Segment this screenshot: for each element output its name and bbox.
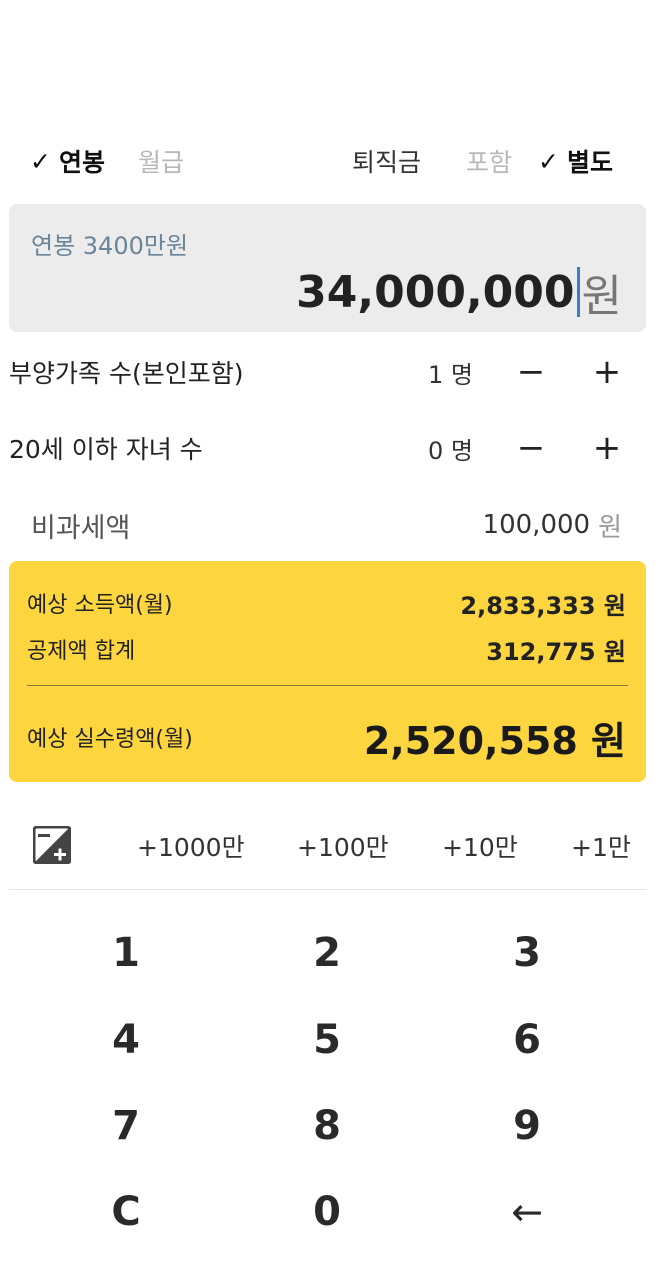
check-icon: ✓ bbox=[30, 146, 51, 176]
dependents-decrement-button[interactable]: − bbox=[506, 347, 556, 397]
children-label: 20세 이하 자녀 수 bbox=[9, 435, 203, 464]
tax-free-value: 100,000 원 bbox=[483, 500, 622, 550]
add-1m-button[interactable]: +100만 bbox=[297, 818, 389, 874]
tax-free-row[interactable]: 비과세액 100,000 원 bbox=[0, 500, 655, 550]
add-100k-button[interactable]: +10만 bbox=[442, 818, 518, 874]
tax-free-unit: 원 bbox=[598, 512, 622, 543]
net-pay-row: 예상 실수령액(월) 2,520,558 원 bbox=[27, 709, 626, 765]
key-0[interactable]: 0 bbox=[267, 1172, 387, 1252]
annual-toggle[interactable]: ✓ 연봉 bbox=[30, 140, 105, 182]
add-10m-button[interactable]: +1000만 bbox=[137, 818, 245, 874]
key-7[interactable]: 7 bbox=[66, 1086, 186, 1166]
calculator-plus-minus-icon[interactable] bbox=[32, 825, 72, 865]
severance-label: 퇴직금 bbox=[352, 148, 422, 177]
net-pay-value: 2,520,558 원 bbox=[363, 718, 626, 763]
key-clear[interactable]: C bbox=[66, 1172, 186, 1252]
key-1[interactable]: 1 bbox=[66, 913, 186, 993]
children-increment-button[interactable]: + bbox=[582, 423, 632, 473]
salary-unit: 원 bbox=[581, 271, 622, 322]
children-decrement-button[interactable]: − bbox=[506, 423, 556, 473]
text-cursor bbox=[576, 267, 580, 317]
dependents-row: 부양가족 수(본인포함) 1 명 − + bbox=[0, 347, 655, 397]
result-divider bbox=[27, 685, 628, 686]
key-6[interactable]: 6 bbox=[467, 1000, 587, 1080]
tax-free-label: 비과세액 bbox=[31, 512, 131, 544]
annual-label: 연봉 bbox=[58, 148, 105, 177]
key-5[interactable]: 5 bbox=[267, 1000, 387, 1080]
children-row: 20세 이하 자녀 수 0 명 − + bbox=[0, 423, 655, 473]
severance-included-toggle[interactable]: 포함 bbox=[466, 140, 512, 182]
separate-label: 별도 bbox=[566, 148, 613, 177]
children-value: 0 명 bbox=[428, 436, 473, 465]
salary-caption: 연봉 3400만원 bbox=[31, 232, 189, 260]
salary-value-display: 34,000,000 원 bbox=[296, 262, 622, 323]
income-row: 예상 소득액(월) 2,833,333 원 bbox=[27, 583, 626, 623]
deduction-value: 312,775 원 bbox=[486, 637, 626, 666]
check-icon: ✓ bbox=[538, 146, 559, 176]
quick-add-row: +1000만 +100만 +10만 +1만 bbox=[0, 818, 655, 874]
salary-number: 34,000,000 bbox=[296, 266, 575, 318]
monthly-toggle[interactable]: 월급 bbox=[138, 140, 184, 182]
key-2[interactable]: 2 bbox=[267, 913, 387, 993]
result-card: 예상 소득액(월) 2,833,333 원 공제액 합계 312,775 원 예… bbox=[9, 561, 646, 782]
keypad-divider bbox=[9, 889, 646, 890]
deduction-label: 공제액 합계 bbox=[27, 639, 136, 664]
included-label: 포함 bbox=[466, 148, 513, 177]
monthly-label: 월급 bbox=[138, 148, 185, 177]
dependents-value: 1 명 bbox=[428, 360, 473, 389]
mode-toggle-row: ✓ 연봉 월급 퇴직금 포함 ✓ 별도 bbox=[0, 140, 655, 182]
add-10k-button[interactable]: +1만 bbox=[571, 818, 631, 874]
salary-input[interactable]: 연봉 3400만원 34,000,000 원 bbox=[9, 204, 646, 332]
key-3[interactable]: 3 bbox=[467, 913, 587, 993]
severance-separate-toggle[interactable]: ✓ 별도 bbox=[538, 140, 613, 182]
deduction-row: 공제액 합계 312,775 원 bbox=[27, 629, 626, 669]
key-4[interactable]: 4 bbox=[66, 1000, 186, 1080]
tax-free-amount: 100,000 bbox=[482, 510, 591, 540]
net-pay-label: 예상 실수령액(월) bbox=[27, 727, 193, 752]
key-9[interactable]: 9 bbox=[467, 1086, 587, 1166]
dependents-label: 부양가족 수(본인포함) bbox=[9, 359, 244, 388]
salary-calculator-screen: ✓ 연봉 월급 퇴직금 포함 ✓ 별도 연봉 3400만원 34,000,000… bbox=[0, 0, 655, 1280]
backspace-icon[interactable]: ← bbox=[467, 1172, 587, 1252]
income-label: 예상 소득액(월) bbox=[27, 593, 173, 618]
key-8[interactable]: 8 bbox=[267, 1086, 387, 1166]
income-value: 2,833,333 원 bbox=[460, 591, 626, 620]
dependents-increment-button[interactable]: + bbox=[582, 347, 632, 397]
